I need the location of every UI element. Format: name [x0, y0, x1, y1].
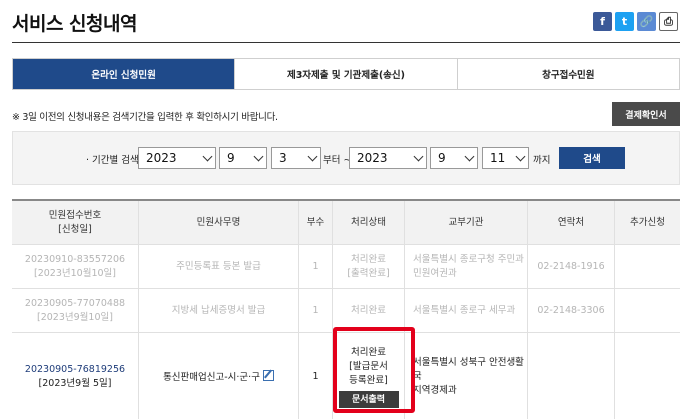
agency-cell: 서울특별시 성북구 안전생활국 지역경제과: [404, 333, 527, 419]
search-button[interactable]: 검색: [559, 147, 625, 169]
from-month-select[interactable]: 9: [219, 147, 267, 169]
period-search-label: · 기간별 검색: [86, 155, 139, 166]
status-cell: 처리완료 [출력완료]: [332, 245, 404, 288]
to-year-select[interactable]: 2023: [349, 147, 427, 169]
twitter-icon[interactable]: t: [615, 12, 634, 31]
chevron-down-icon: [464, 151, 475, 162]
receipt-cell[interactable]: 20230905-77070488 [2023년9월10일]: [12, 289, 138, 332]
link-icon[interactable]: 🔗: [637, 12, 656, 31]
search-panel: · 기간별 검색 2023 9 3 부터 ~ 2023 9 11 까지 검색: [12, 131, 680, 185]
tab-counter-application[interactable]: 창구접수민원: [456, 59, 679, 89]
service-name-cell: 지방세 납세증명서 발급: [138, 289, 298, 332]
header-status: 처리상태: [332, 201, 404, 244]
highlight-box: [333, 327, 415, 413]
extra-cell: [614, 333, 680, 419]
header-receipt-no: 민원접수번호 [신청일]: [48, 209, 102, 235]
table-header-row: 민원접수번호 [신청일] 민원사무명 부수 처리상태 교부기관 연락처 추가신청: [12, 201, 680, 245]
facebook-icon[interactable]: f: [593, 12, 612, 31]
chevron-down-icon: [413, 151, 424, 162]
contact-cell: 02-2148-1916: [527, 245, 614, 288]
table-row: 20230910-83557206 [2023년10월10일] 주민등록표 등본…: [12, 245, 680, 289]
to-month-select[interactable]: 9: [430, 147, 478, 169]
header-extra: 추가신청: [614, 201, 680, 244]
tab-online-application[interactable]: 온라인 신청민원: [13, 59, 235, 89]
chevron-down-icon: [253, 151, 264, 162]
receipt-cell[interactable]: 20230905-76819256 [2023년9월 5일]: [12, 333, 138, 419]
to-suffix: 까지: [533, 155, 551, 166]
agency-cell: 서울특별시 종로구청 주민과 민원여권과: [404, 245, 527, 288]
tab-third-party-submission[interactable]: 제3자제출 및 기관제출(송신): [234, 59, 457, 89]
header-service-name: 민원사무명: [138, 201, 298, 244]
copies-cell: 1: [298, 289, 332, 332]
chevron-down-icon: [307, 151, 318, 162]
extra-cell: [614, 245, 680, 288]
chevron-down-icon: [515, 151, 526, 162]
agency-cell: 서울특별시 종로구 세무과: [404, 289, 527, 332]
from-suffix: 부터 ~: [323, 155, 352, 166]
service-name-cell: 통신판매업신고-시·군·구: [138, 333, 298, 419]
search-notice: ※ 3일 이전의 신청내용은 검색기간을 입력한 후 확인하시기 바랍니다.: [12, 112, 278, 123]
status-cell: 처리완료: [332, 289, 404, 332]
from-day-select[interactable]: 3: [271, 147, 321, 169]
header-agency: 교부기관: [404, 201, 527, 244]
contact-cell: 02-2148-3306: [527, 289, 614, 332]
extra-cell: [614, 289, 680, 332]
header-copies: 부수: [298, 201, 332, 244]
from-year-select[interactable]: 2023: [138, 147, 216, 169]
share-toolbar: f t 🔗 ⎙: [593, 12, 678, 31]
contact-cell: [527, 333, 614, 419]
service-tabs: 온라인 신청민원 제3자제출 및 기관제출(송신) 창구접수민원: [12, 58, 680, 90]
copies-cell: 1: [298, 333, 332, 419]
receipt-cell[interactable]: 20230910-83557206 [2023년10월10일]: [12, 245, 138, 288]
print-icon[interactable]: ⎙: [659, 12, 678, 31]
header-contact: 연락처: [527, 201, 614, 244]
to-day-select[interactable]: 11: [482, 147, 529, 169]
page-title: 서비스 신청내역: [12, 13, 137, 35]
receipt-number-link[interactable]: 20230905-76819256: [25, 363, 125, 377]
chevron-down-icon: [202, 151, 213, 162]
copies-cell: 1: [298, 245, 332, 288]
service-name-cell: 주민등록표 등본 발급: [138, 245, 298, 288]
edit-icon[interactable]: [262, 369, 274, 381]
title-divider: [12, 42, 680, 43]
payment-confirmation-button[interactable]: 결제확인서: [612, 102, 680, 126]
